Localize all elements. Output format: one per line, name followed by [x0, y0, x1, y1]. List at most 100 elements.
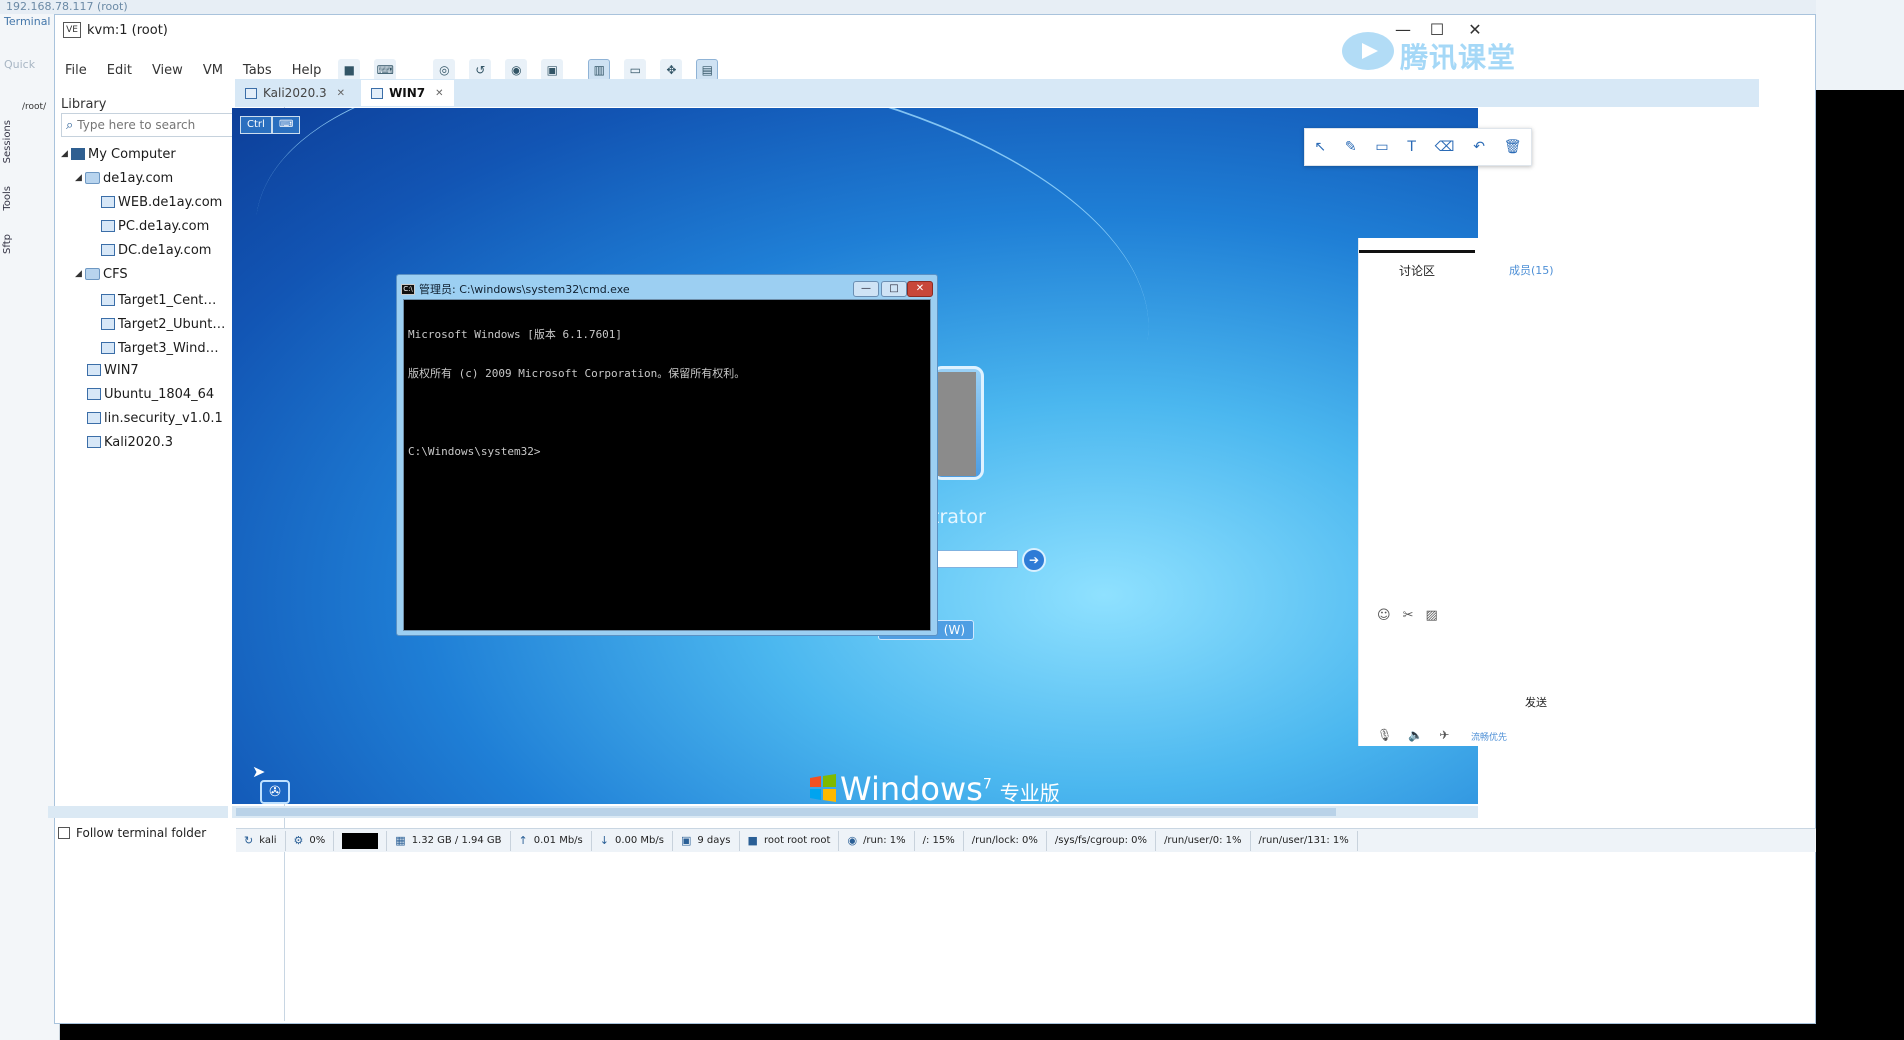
undo-icon[interactable]: ↶: [1473, 139, 1485, 155]
unity-icon[interactable]: ▤: [696, 59, 719, 81]
discussion-panel: 讨论区 成员(15) ☺ ✂ ▨ 发送 🎙 🔈 ✈ 流畅优先: [1358, 238, 1568, 746]
tree-item-target1[interactable]: Target1_Cent…: [101, 289, 216, 311]
tree-item-kali[interactable]: Kali2020.3: [87, 431, 173, 453]
expand-triangle-icon[interactable]: ◢: [61, 149, 71, 159]
tree-item-ubuntu[interactable]: Ubuntu_1804_64: [87, 383, 214, 405]
tree-item-dc[interactable]: DC.de1ay.com: [101, 239, 211, 261]
scissors-icon[interactable]: ✂: [1403, 608, 1414, 623]
suspend-icon[interactable]: ■: [338, 59, 361, 81]
revert-snapshot-icon[interactable]: ↺: [469, 59, 492, 81]
tree-item-target3[interactable]: Target3_Wind…: [101, 337, 219, 359]
ease-of-access-icon[interactable]: ✇: [260, 780, 290, 804]
thumbnail-bar-icon[interactable]: ▭: [624, 59, 647, 81]
tree-item-web[interactable]: WEB.de1ay.com: [101, 191, 222, 213]
status-host: ↻ kali: [236, 830, 286, 851]
status-text: 0.01 Mb/s: [533, 835, 583, 846]
discussion-title[interactable]: 讨论区: [1399, 262, 1435, 279]
quick-connect-label[interactable]: Quick: [4, 58, 35, 71]
cmd-title: 管理员: C:\windows\system32\cmd.exe: [419, 283, 630, 296]
delete-icon[interactable]: 🗑: [1504, 139, 1522, 155]
vm-scroll-thumb[interactable]: [236, 808, 1336, 816]
login-arrow-icon[interactable]: ➔: [1022, 548, 1046, 572]
right-background: [1816, 0, 1904, 1040]
status-disk-run: ◉ /run: 1%: [839, 830, 915, 851]
expand-triangle-icon[interactable]: ◢: [75, 173, 85, 183]
rectangle-tool-icon[interactable]: ▭: [1375, 139, 1388, 155]
menu-vm[interactable]: VM: [203, 63, 223, 78]
cmd-window[interactable]: C:\ 管理员: C:\windows\system32\cmd.exe — □…: [396, 274, 938, 636]
status-text: /run/user/131: 1%: [1258, 835, 1349, 846]
folder-icon: [85, 172, 100, 184]
quality-label[interactable]: 流畅优先: [1471, 730, 1507, 743]
tab-close-icon[interactable]: ✕: [435, 88, 443, 99]
follow-checkbox[interactable]: [58, 827, 70, 839]
keyboard-chip-icon[interactable]: ⌨: [272, 116, 301, 134]
manage-snapshots-icon[interactable]: ▣: [541, 59, 564, 81]
title-bar: VE kvm:1 (root) — ☐ ✕: [55, 15, 1815, 45]
tree-item-target2[interactable]: Target2_Ubunt…☆: [101, 313, 247, 335]
discussion-tools: ☺ ✂ ▨: [1377, 608, 1438, 623]
status-upload: ↑ 0.01 Mb/s: [511, 830, 592, 851]
menu-help[interactable]: Help: [292, 63, 322, 78]
snapshot-icon[interactable]: ◎: [433, 59, 456, 81]
speaker-icon[interactable]: 🔈: [1408, 728, 1423, 742]
show-library-icon[interactable]: ▥: [588, 59, 611, 81]
expand-triangle-icon[interactable]: ◢: [75, 269, 85, 279]
full-screen-icon[interactable]: ✥: [660, 59, 683, 81]
tree-item-label: WEB.de1ay.com: [118, 194, 223, 210]
tree-item-my-computer[interactable]: ◢ My Computer: [61, 143, 176, 165]
sftp-tab[interactable]: Sftp: [2, 234, 13, 254]
cmd-maximize-button[interactable]: □: [881, 281, 907, 297]
status-cpu: ⚙ 0%: [286, 830, 335, 851]
vm-icon: [101, 318, 115, 330]
annotation-toolbar: ↖ ✎ ▭ T ⌫ ↶ 🗑: [1304, 128, 1532, 166]
vm-icon: [87, 436, 101, 448]
vm-icon: [101, 244, 115, 256]
tree-item-label: Kali2020.3: [104, 434, 173, 450]
send-button[interactable]: 发送: [1525, 694, 1547, 710]
ctrl-chip[interactable]: Ctrl: [240, 116, 272, 134]
tree-item-pc[interactable]: PC.de1ay.com: [101, 215, 209, 237]
tree-item-win7[interactable]: WIN7: [87, 359, 139, 381]
cmd-close-button[interactable]: ✕: [907, 281, 933, 297]
pen-tool-icon[interactable]: ✎: [1345, 139, 1357, 155]
memory-icon: ▦: [395, 834, 406, 847]
tree-item-cfs[interactable]: ◢ CFS: [75, 263, 128, 285]
cmd-title-bar[interactable]: C:\ 管理员: C:\windows\system32\cmd.exe — □…: [401, 279, 933, 299]
menu-tabs[interactable]: Tabs: [243, 63, 272, 78]
discussion-tab-indicator: [1359, 250, 1475, 253]
microphone-icon[interactable]: 🎙: [1377, 728, 1392, 742]
eraser-tool-icon[interactable]: ⌫: [1435, 139, 1455, 155]
status-text: 0%: [309, 835, 326, 846]
tab-win7[interactable]: WIN7 ✕: [361, 80, 454, 106]
cmd-console[interactable]: Microsoft Windows [版本 6.1.7601] 版权所有 (c)…: [403, 299, 931, 631]
tree-item-label: Target3_Wind…: [118, 340, 219, 356]
follow-terminal-folder[interactable]: Follow terminal folder: [58, 826, 206, 840]
vm-display[interactable]: Ctrl ⌨ trator ➔ (W) ✇ Windows7 专业版 ➤ C:\ …: [232, 108, 1478, 804]
cmd-minimize-button[interactable]: —: [853, 281, 879, 297]
tab-kali[interactable]: Kali2020.3 ✕: [235, 80, 355, 106]
tree-item-label: CFS: [103, 266, 128, 282]
sessions-tab[interactable]: Sessions: [2, 120, 13, 163]
library-horizontal-scrollbar[interactable]: [48, 806, 228, 818]
status-bar: ↻ kali ⚙ 0% ▦ 1.32 GB / 1.94 GB ↑ 0.01 Mb/s …: [236, 828, 1816, 852]
members-tab[interactable]: 成员(15): [1509, 262, 1554, 278]
status-uptime: ▣ 9 days: [673, 830, 740, 851]
select-tool-icon[interactable]: ↖: [1314, 139, 1326, 155]
tools-tab[interactable]: Tools: [2, 186, 13, 211]
menu-view[interactable]: View: [152, 63, 183, 78]
send-ctrl-alt-del-icon[interactable]: ⌨: [374, 59, 397, 81]
tab-close-icon[interactable]: ✕: [337, 88, 345, 99]
image-icon[interactable]: ▨: [1425, 608, 1437, 623]
snapshot-manager-icon[interactable]: ◉: [505, 59, 528, 81]
library-search-input[interactable]: [77, 118, 238, 132]
menu-file[interactable]: File: [65, 63, 87, 78]
menu-edit[interactable]: Edit: [107, 63, 132, 78]
emoji-icon[interactable]: ☺: [1377, 608, 1391, 623]
text-tool-icon[interactable]: T: [1407, 139, 1416, 155]
pin-icon[interactable]: ✈: [1439, 728, 1449, 742]
tree-item-de1ay[interactable]: ◢ de1ay.com: [75, 167, 173, 189]
tree-item-lin-security[interactable]: lin.security_v1.0.1: [87, 407, 223, 429]
password-field[interactable]: [934, 550, 1018, 568]
status-disk-user0: /run/user/0: 1%: [1156, 830, 1251, 851]
